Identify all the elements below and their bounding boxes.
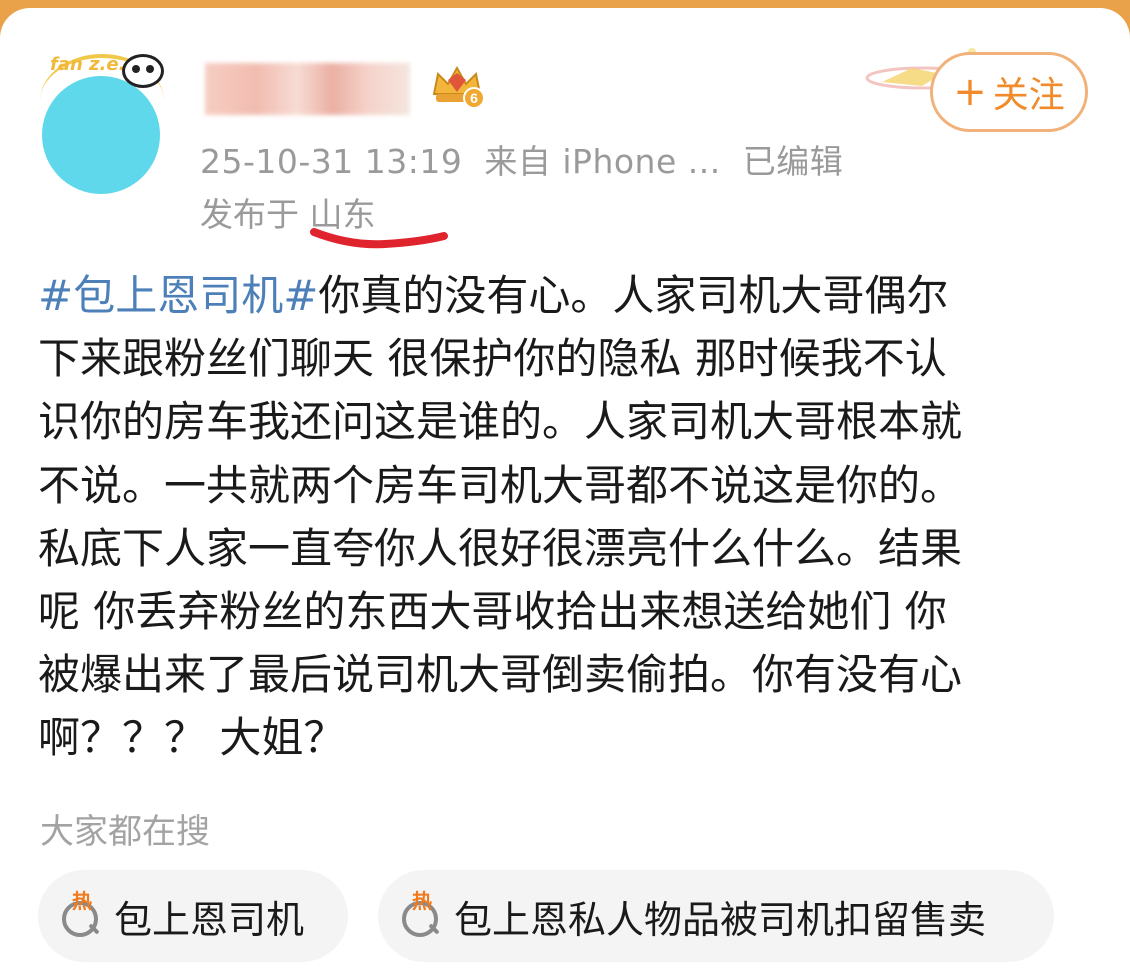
post-line: 呢 你丢弃粉丝的东西大哥收拾出来想送给她们 你 — [38, 587, 947, 637]
post-body: #包上恩司机#你真的没有心。人家司机大哥偶尔 下来跟粉丝们聊天 很保护你的隐私 … — [38, 264, 1098, 770]
username-blurred[interactable] — [205, 63, 410, 115]
post-meta: 25-10-31 13:19 来自 iPhone ... 已编辑 — [200, 135, 865, 183]
post-line-text: 你真的没有心。人家司机大哥偶尔 — [318, 271, 949, 320]
post-card: fan z.e. 6 25-10-31 13:19 来自 iPhone ... 已编… — [0, 8, 1130, 979]
location-prefix: 发布于 — [200, 195, 299, 234]
post-hashtag[interactable]: #包上恩司机# — [38, 271, 318, 320]
hot-search-icon: 热 — [60, 891, 104, 941]
post-line: 下来跟粉丝们聊天 很保护你的隐私 那时候我不认 — [38, 334, 947, 384]
post-line: #包上恩司机#你真的没有心。人家司机大哥偶尔 — [38, 264, 1098, 327]
post-timestamp: 25-10-31 13:19 — [200, 142, 463, 181]
hot-badge: 热 — [412, 889, 432, 913]
crown-badge-icon: 6 — [432, 65, 485, 109]
post-line: 私底下人家一直夸你人很好很漂亮什么什么。结果 — [38, 523, 963, 573]
search-chip-label: 包上恩司机 — [114, 897, 305, 942]
post-line: 不说。一共就两个房车司机大哥都不说这是你的。 — [38, 460, 963, 510]
post-line: 啊？？？ 大姐？ — [38, 713, 346, 763]
post-line: 识你的房车我还问这是谁的。人家司机大哥根本就 — [38, 397, 963, 447]
badge-level: 6 — [470, 90, 478, 106]
search-chip-label: 包上恩私人物品被司机扣留售卖 — [454, 897, 987, 942]
search-chip[interactable]: 热 包上恩司机 — [38, 870, 348, 962]
follow-button[interactable]: + 关注 — [930, 52, 1088, 132]
search-chip[interactable]: 热 包上恩私人物品被司机扣留售卖 — [378, 870, 1054, 962]
hot-badge: 热 — [72, 889, 92, 913]
plus-icon: + — [953, 69, 987, 115]
panda-icon — [122, 54, 164, 88]
post-line: 被爆出来了最后说司机大哥倒卖偷拍。你有没有心 — [38, 650, 963, 700]
avatar[interactable]: fan z.e. — [40, 48, 165, 194]
red-underline-annotation — [310, 228, 448, 249]
hot-search-icon: 热 — [400, 891, 444, 941]
avatar-frame-text: fan z.e. — [50, 54, 126, 75]
post-source[interactable]: 来自 iPhone ... — [484, 142, 720, 181]
follow-label: 关注 — [992, 75, 1065, 116]
trending-search-heading: 大家都在搜 — [40, 812, 210, 852]
edited-label[interactable]: 已编辑 — [743, 142, 844, 181]
